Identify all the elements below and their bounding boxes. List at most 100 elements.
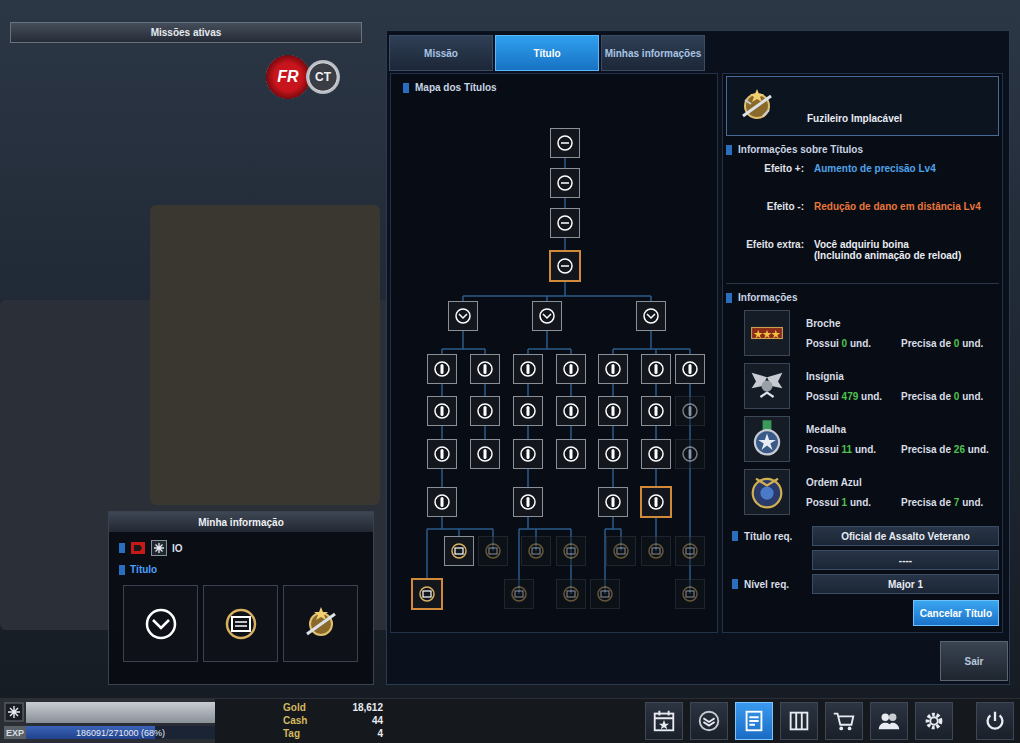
title-node[interactable] xyxy=(532,301,562,331)
tab-content: Mapa dos TítulosFuzileiro ImplacávelInfo… xyxy=(387,71,1009,633)
equipped-frame xyxy=(469,438,501,470)
toolbar-button[interactable] xyxy=(976,702,1014,740)
title-emblem-icon xyxy=(680,541,700,561)
title-node[interactable] xyxy=(556,439,586,469)
title-node[interactable] xyxy=(675,396,705,426)
title-node[interactable] xyxy=(513,396,543,426)
owned-unit: und. xyxy=(855,444,876,455)
title-node[interactable] xyxy=(470,354,500,384)
requirements: Título req.Oficial de Assalto Veterano--… xyxy=(726,516,999,594)
toolbar-button[interactable] xyxy=(825,702,863,740)
title-node[interactable] xyxy=(550,168,580,198)
title-node[interactable] xyxy=(556,396,586,426)
title-emblem-icon xyxy=(518,444,538,464)
title-map-heading: Mapa dos Títulos xyxy=(391,74,717,93)
title-node[interactable] xyxy=(636,301,666,331)
title-node[interactable] xyxy=(556,579,586,609)
tab[interactable]: Minhas informações xyxy=(601,35,705,71)
title-node[interactable] xyxy=(513,354,543,384)
exit-button[interactable]: Sair xyxy=(940,641,1008,681)
title-node[interactable] xyxy=(448,301,478,331)
title-node[interactable] xyxy=(550,208,580,238)
item-text: InsígniaPossui 479 und.Precisa de 0 und. xyxy=(806,371,983,402)
title-node[interactable] xyxy=(641,487,671,517)
title-node[interactable] xyxy=(513,439,543,469)
title-node[interactable] xyxy=(675,579,705,609)
medal-icon xyxy=(744,416,790,462)
title-node[interactable] xyxy=(513,487,543,517)
title-node[interactable] xyxy=(470,439,500,469)
title-node[interactable] xyxy=(598,439,628,469)
title-node[interactable] xyxy=(427,396,457,426)
chevron-title-icon xyxy=(141,604,181,644)
equipped-frame xyxy=(597,395,629,427)
toolbar-button[interactable] xyxy=(780,702,818,740)
title-node[interactable] xyxy=(675,439,705,469)
level-req-label: Nível req. xyxy=(732,579,812,590)
title-node[interactable] xyxy=(641,354,671,384)
title-emblem-icon xyxy=(561,541,581,561)
title-node[interactable] xyxy=(598,354,628,384)
item-name: Medalha xyxy=(806,424,989,435)
cancel-title-button[interactable]: Cancelar Título xyxy=(913,600,999,626)
equipped-frame xyxy=(640,535,672,567)
title-node[interactable] xyxy=(470,396,500,426)
title-node[interactable] xyxy=(598,396,628,426)
title-node[interactable] xyxy=(521,536,551,566)
title-name: Fuzileiro Implacável xyxy=(807,89,902,124)
title-slot[interactable] xyxy=(123,585,198,662)
toolbar-button[interactable] xyxy=(915,702,953,740)
player-row: IO xyxy=(109,532,373,556)
equipped-frame xyxy=(589,578,621,610)
equipped-frame xyxy=(447,300,479,332)
equipped-frame xyxy=(426,353,458,385)
owned-label: Possui xyxy=(806,338,839,349)
tab[interactable]: Título xyxy=(495,35,599,71)
title-node[interactable] xyxy=(427,439,457,469)
title-node[interactable] xyxy=(504,579,534,609)
title-node[interactable] xyxy=(675,354,705,384)
title-node[interactable] xyxy=(556,354,586,384)
effect-line: Redução de dano em distância Lv4 xyxy=(814,201,999,212)
item-counts: Possui 479 und.Precisa de 0 und. xyxy=(806,391,983,402)
title-node[interactable] xyxy=(641,536,671,566)
effect-value: Aumento de precisão Lv4 xyxy=(814,163,999,201)
title-node[interactable] xyxy=(598,487,628,517)
title-emblem-icon xyxy=(646,492,666,512)
toolbar-button[interactable] xyxy=(735,702,773,740)
toolbar-button[interactable] xyxy=(690,702,728,740)
toolbar-button[interactable] xyxy=(645,702,683,740)
title-emblem-icon xyxy=(595,584,615,604)
title-node[interactable] xyxy=(427,354,457,384)
title-slot[interactable] xyxy=(203,585,278,662)
title-node[interactable] xyxy=(606,536,636,566)
active-missions-bar[interactable]: Missões ativas xyxy=(10,22,362,43)
equipped-frame xyxy=(555,578,587,610)
equipped-frame xyxy=(549,167,581,199)
equipped-frame xyxy=(674,438,706,470)
tab[interactable]: Missão xyxy=(389,35,493,71)
equipped-frame xyxy=(512,486,544,518)
owned-value: 1 xyxy=(842,497,848,508)
title-emblem-icon xyxy=(641,306,661,326)
title-node[interactable] xyxy=(550,251,580,281)
title-node[interactable] xyxy=(427,487,457,517)
title-node[interactable] xyxy=(412,579,442,609)
title-node[interactable] xyxy=(478,536,508,566)
title-node[interactable] xyxy=(641,396,671,426)
title-slot[interactable] xyxy=(283,585,358,662)
title-node[interactable] xyxy=(444,536,474,566)
rifle-emblem-icon xyxy=(301,604,341,644)
equipped-frame xyxy=(443,535,475,567)
title-emblem-icon xyxy=(680,444,700,464)
toolbar-button[interactable] xyxy=(870,702,908,740)
title-node[interactable] xyxy=(641,439,671,469)
title-emblem-icon xyxy=(603,359,623,379)
title-node[interactable] xyxy=(590,579,620,609)
exp-track: 186091/271000 (68%) xyxy=(26,726,215,739)
title-node[interactable] xyxy=(550,128,580,158)
title-node[interactable] xyxy=(675,536,705,566)
title-node[interactable] xyxy=(556,536,586,566)
title-emblem-icon xyxy=(561,401,581,421)
server-logo: FRCT xyxy=(266,55,340,99)
